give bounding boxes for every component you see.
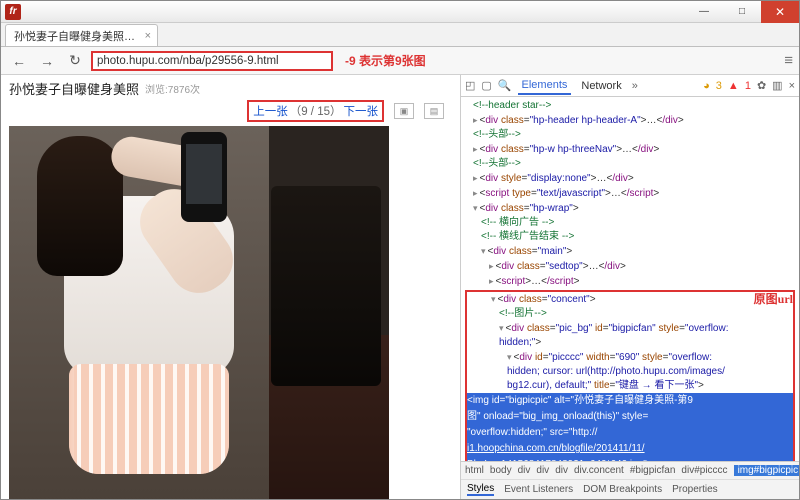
- webpage: 孙悦妻子自曝健身美照 浏览:7876次 上一张 （9 / 15） 下一张 ▣ ▤: [1, 75, 461, 499]
- forward-button[interactable]: →: [35, 50, 59, 72]
- pager: 上一张 （9 / 15） 下一张 ▣ ▤: [1, 98, 460, 126]
- close-button[interactable]: ✕: [761, 1, 799, 23]
- reload-button[interactable]: ↻: [63, 50, 87, 72]
- views-count: 浏览:7876次: [145, 81, 200, 96]
- highlighted-dom-box: <div class="concent"> 原图url <!--图片--> <d…: [465, 290, 795, 461]
- address-bar[interactable]: photo.hupu.com/nba/p29556-9.html: [91, 51, 333, 71]
- prev-link[interactable]: 上一张: [253, 103, 288, 119]
- browser-tab[interactable]: 孙悦妻子自曝健身美照… ×: [5, 24, 158, 46]
- app-icon: fr: [5, 4, 21, 20]
- main-photo: [9, 126, 389, 499]
- tab-title: 孙悦妻子自曝健身美照…: [14, 28, 135, 44]
- drawer-icon[interactable]: ▥: [772, 79, 782, 92]
- devtools-close-icon[interactable]: ×: [789, 80, 795, 92]
- tab-network[interactable]: Network: [577, 78, 625, 94]
- next-link[interactable]: 下一张: [344, 103, 379, 119]
- tab-elements[interactable]: Elements: [518, 77, 572, 95]
- page-header: 孙悦妻子自曝健身美照 浏览:7876次: [1, 75, 460, 98]
- subpanel-tabs[interactable]: StylesEvent ListenersDOM BreakpointsProp…: [461, 479, 799, 499]
- warn-count: 3: [716, 80, 722, 92]
- search-icon[interactable]: 🔍: [498, 79, 512, 92]
- devtools-toolbar: ◰ ▢ 🔍 Elements Network » ◕ 3 ▲ 1 ✿ ▥ ×: [461, 75, 799, 97]
- elements-tree[interactable]: <!--header star--> <div class="hp-header…: [461, 97, 799, 461]
- breadcrumb[interactable]: htmlbodydivdivdivdiv.concent#bigpicfandi…: [461, 461, 799, 479]
- settings-icon[interactable]: ✿: [757, 79, 766, 92]
- err-icon[interactable]: ▲: [728, 80, 739, 92]
- content-split: 孙悦妻子自曝健身美照 浏览:7876次 上一张 （9 / 15） 下一张 ▣ ▤: [1, 75, 799, 499]
- slideshow-icon[interactable]: ▣: [394, 103, 414, 119]
- err-count: 1: [745, 80, 751, 92]
- devtools-panel: ◰ ▢ 🔍 Elements Network » ◕ 3 ▲ 1 ✿ ▥ × <…: [461, 75, 799, 499]
- annotation-src: 原图url: [754, 292, 793, 307]
- tabs-more[interactable]: »: [632, 80, 638, 92]
- window-titlebar: fr — □ ✕: [1, 1, 799, 23]
- selected-node[interactable]: <img id="bigpicpic" alt="孙悦妻子自曝健身美照-第9: [467, 393, 793, 409]
- chrome-menu-button[interactable]: ≡: [784, 52, 793, 69]
- photo-container: [1, 126, 460, 499]
- tab-close-icon[interactable]: ×: [145, 30, 151, 42]
- page-count: （9 / 15）: [290, 103, 342, 119]
- grid-icon[interactable]: ▤: [424, 103, 444, 119]
- pager-box: 上一张 （9 / 15） 下一张: [247, 100, 384, 122]
- inspect-icon[interactable]: ◰: [465, 79, 475, 92]
- tab-strip: 孙悦妻子自曝健身美照… ×: [1, 23, 799, 47]
- warn-icon[interactable]: ◕: [703, 80, 710, 92]
- toolbar: ← → ↻ photo.hupu.com/nba/p29556-9.html -…: [1, 47, 799, 75]
- chrome-window: fr — □ ✕ 孙悦妻子自曝健身美照… × ← → ↻ photo.hupu.…: [0, 0, 800, 500]
- annotation-url: -9 表示第9张图: [345, 52, 426, 69]
- device-icon[interactable]: ▢: [481, 79, 491, 92]
- back-button[interactable]: ←: [7, 50, 31, 72]
- page-title: 孙悦妻子自曝健身美照: [9, 79, 139, 98]
- maximize-button[interactable]: □: [723, 1, 761, 23]
- minimize-button[interactable]: —: [685, 1, 723, 23]
